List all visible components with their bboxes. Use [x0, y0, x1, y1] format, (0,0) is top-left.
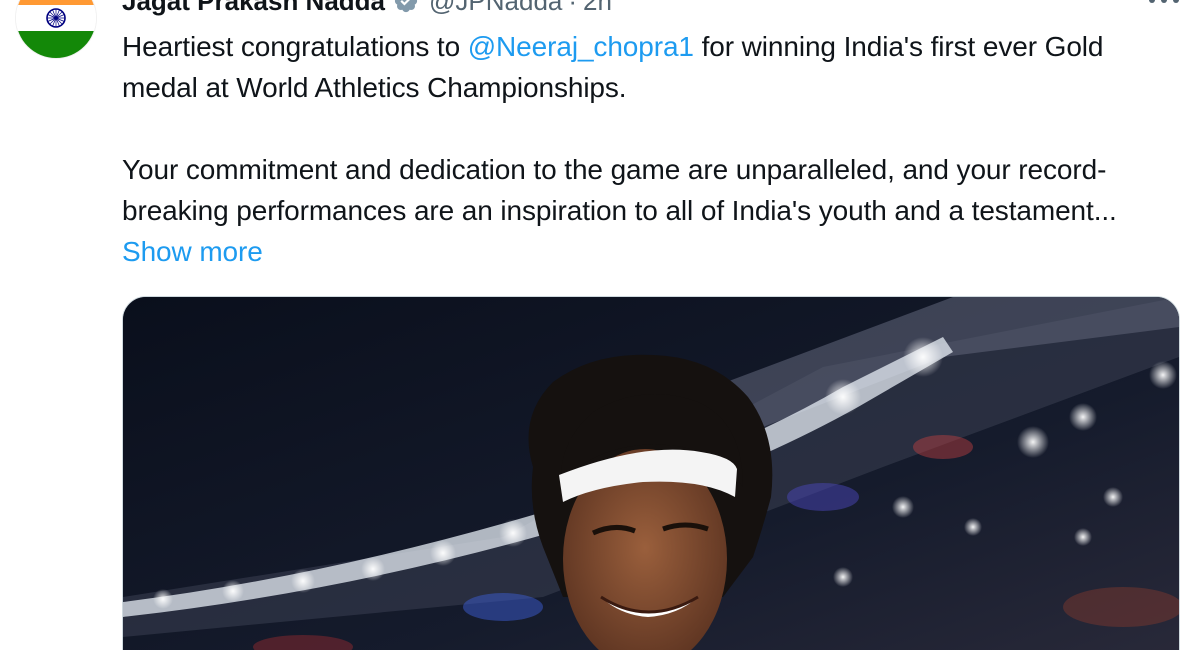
tweet-text-body: Your commitment and dedication to the ga…: [122, 154, 1117, 226]
tweet-media[interactable]: [122, 296, 1180, 650]
separator-dot: ·: [568, 0, 578, 16]
timestamp[interactable]: 2h: [583, 0, 612, 17]
tweet-paragraph-2: Your commitment and dedication to the ga…: [122, 149, 1182, 272]
athlete-photo: [123, 297, 1179, 650]
verified-badge-icon[interactable]: [393, 0, 419, 14]
show-more-link[interactable]: Show more: [122, 236, 263, 267]
tweet-header: Jagat Prakash Nadda @JPNadda · 2h: [122, 0, 612, 16]
display-name[interactable]: Jagat Prakash Nadda: [122, 0, 385, 17]
ashoka-chakra-icon: [46, 8, 66, 28]
author-handle[interactable]: @JPNadda: [429, 0, 562, 17]
tweet[interactable]: Jagat Prakash Nadda @JPNadda · 2h Hearti…: [0, 0, 1200, 650]
tweet-text: Heartiest congratulations to @Neeraj_cho…: [122, 26, 1182, 272]
tweet-text-prefix: Heartiest congratulations to: [122, 31, 468, 62]
mention-link[interactable]: @Neeraj_chopra1: [468, 31, 694, 62]
more-horizontal-icon[interactable]: [1142, 0, 1186, 8]
avatar[interactable]: [16, 0, 96, 58]
tweet-paragraph-1: Heartiest congratulations to @Neeraj_cho…: [122, 26, 1182, 108]
